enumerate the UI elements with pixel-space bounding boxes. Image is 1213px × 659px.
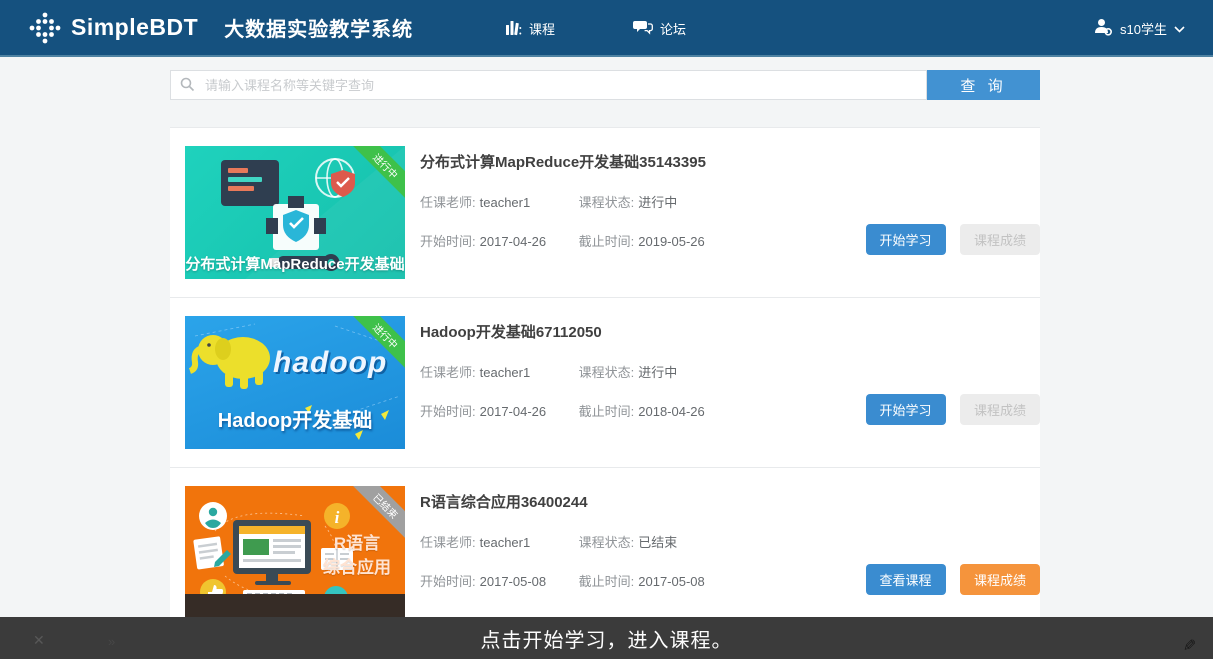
course-title: 分布式计算MapReduce开发基础35143395 [420, 151, 1040, 172]
logo-text: SimpleBDT [71, 14, 198, 41]
course-list: 分布式计算MapReduce开发基础 进行中 分布式计算MapReduce开发基… [170, 127, 1040, 638]
caption-bar: ✕ » 点击开始学习，进入课程。 ✎ [0, 617, 1213, 659]
search-input[interactable] [170, 70, 927, 100]
teacher-label: 任课老师: [420, 365, 476, 380]
user-menu[interactable]: s10学生 [1094, 0, 1185, 57]
start-learning-button[interactable]: 开始学习 [866, 394, 946, 425]
status-value: 进行中 [638, 195, 677, 210]
nav-label-forum: 论坛 [660, 19, 686, 38]
status-label: 课程状态: [579, 195, 635, 210]
user-name: s10学生 [1120, 19, 1167, 38]
user-icon [1094, 18, 1113, 39]
course-title: R语言综合应用36400244 [420, 491, 1040, 512]
course-grades-button[interactable]: 课程成绩 [960, 224, 1040, 255]
end-value: 2019-05-26 [638, 234, 705, 249]
start-learning-button[interactable]: 开始学习 [866, 224, 946, 255]
start-label: 开始时间: [420, 234, 476, 249]
start-label: 开始时间: [420, 404, 476, 419]
hadoop-logo-text: hadoop [273, 346, 387, 380]
course-thumbnail-hadoop[interactable]: hadoop Hadoop开发基础 进行中 [185, 316, 405, 449]
search-button[interactable]: 查 询 [927, 70, 1040, 100]
search-bar: 查 询 [170, 70, 1040, 100]
course-grades-button[interactable]: 课程成绩 [960, 394, 1040, 425]
end-label: 截止时间: [579, 234, 635, 249]
course-thumbnail-rlang[interactable]: i [185, 486, 405, 619]
courses-icon [505, 19, 522, 39]
course-image-caption: R语言 综合应用 [323, 532, 391, 580]
more-icon[interactable]: » [108, 634, 115, 649]
end-label: 截止时间: [579, 404, 635, 419]
course-row-hadoop: hadoop Hadoop开发基础 进行中 Hadoop开发基础67112050… [170, 298, 1040, 468]
view-course-button[interactable]: 查看课程 [866, 564, 946, 595]
course-row-mapreduce: 分布式计算MapReduce开发基础 进行中 分布式计算MapReduce开发基… [170, 128, 1040, 298]
page-title: 大数据实验教学系统 [224, 13, 413, 42]
caption-text: 点击开始学习，进入课程。 [481, 624, 733, 653]
page: SimpleBDT 大数据实验教学系统 课程 [0, 0, 1213, 659]
simplebdt-logo-icon [28, 11, 62, 45]
teacher-value: teacher1 [480, 535, 531, 550]
course-details: Hadoop开发基础67112050 任课老师: teacher1 课程状态:进行… [420, 316, 1040, 448]
course-grades-button[interactable]: 课程成绩 [960, 564, 1040, 595]
pencil-icon[interactable]: ✎ [1178, 638, 1198, 651]
status-value: 进行中 [638, 365, 677, 380]
teacher-value: teacher1 [480, 365, 531, 380]
start-label: 开始时间: [420, 574, 476, 589]
nav-item-forum[interactable]: 论坛 [633, 19, 686, 39]
main-nav: 课程 论坛 [505, 0, 686, 57]
course-thumbnail-mapreduce[interactable]: 分布式计算MapReduce开发基础 进行中 [185, 146, 405, 279]
chevron-down-icon [1174, 21, 1185, 36]
search-icon [180, 77, 195, 97]
image-dark-overlay [185, 594, 405, 619]
main-content: 查 询 [170, 70, 1040, 638]
course-title: Hadoop开发基础67112050 [420, 321, 1040, 342]
nav-item-courses[interactable]: 课程 [505, 19, 555, 39]
status-label: 课程状态: [579, 535, 635, 550]
status-value: 已结束 [638, 535, 677, 550]
course-row-rlang: i [170, 468, 1040, 638]
status-label: 课程状态: [579, 365, 635, 380]
close-icon[interactable]: ✕ [33, 632, 45, 649]
course-image-caption: 分布式计算MapReduce开发基础 [185, 253, 405, 274]
course-image-caption: Hadoop开发基础 [185, 404, 405, 433]
logo[interactable]: SimpleBDT [28, 11, 198, 45]
end-label: 截止时间: [579, 574, 635, 589]
svg-text:i: i [335, 508, 340, 527]
teacher-label: 任课老师: [420, 195, 476, 210]
end-value: 2018-04-26 [638, 404, 705, 419]
teacher-value: teacher1 [480, 195, 531, 210]
course-details: 分布式计算MapReduce开发基础35143395 任课老师: teacher1… [420, 146, 1040, 278]
course-details: R语言综合应用36400244 任课老师: teacher1 课程状态:已结束 开… [420, 486, 1040, 618]
start-value: 2017-04-26 [480, 234, 547, 249]
nav-label-courses: 课程 [529, 19, 555, 38]
end-value: 2017-05-08 [638, 574, 705, 589]
forum-icon [633, 19, 653, 39]
start-value: 2017-05-08 [480, 574, 547, 589]
top-navbar: SimpleBDT 大数据实验教学系统 课程 [0, 0, 1213, 57]
start-value: 2017-04-26 [480, 404, 547, 419]
teacher-label: 任课老师: [420, 535, 476, 550]
